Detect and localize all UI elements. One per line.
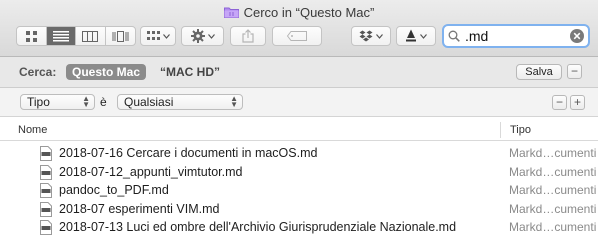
stepper-arrows-icon: ▲ ▼ — [230, 94, 238, 109]
file-list: 2018-07-16 Cercare i documenti in macOS.… — [0, 144, 598, 237]
file-kind: Markd…cumenti — [509, 146, 597, 160]
file-row[interactable]: 2018-07 esperimenti VIM.md Markd…cumenti — [0, 200, 598, 219]
columns-icon — [82, 30, 99, 42]
stepper-arrows-icon: ▲ ▼ — [82, 94, 90, 109]
attribute-select-value: Tipo — [27, 95, 50, 109]
group-grid-icon — [146, 31, 160, 40]
file-row[interactable]: pandoc_to_PDF.md Markd…cumenti — [0, 181, 598, 200]
window-title-bar: Cerco in “Questo Mac” — [0, 3, 598, 21]
toolbar: Cerco in “Questo Mac” .md — [0, 0, 598, 57]
smart-folder-icon — [223, 7, 239, 18]
dropbox-button[interactable] — [351, 26, 391, 46]
search-icon — [448, 30, 460, 42]
file-name: 2018-07-16 Cercare i documenti in macOS.… — [59, 146, 318, 160]
file-kind: Markd…cumenti — [509, 220, 597, 234]
file-name: 2018-07-13 Luci ed ombre dell'Archivio G… — [59, 220, 457, 234]
column-header: Nome Tipo — [0, 120, 598, 141]
search-scope-bar: Cerca: Questo Mac “MAC HD” Salva − — [0, 57, 598, 88]
search-field[interactable]: .md — [442, 24, 590, 48]
search-query[interactable]: .md — [465, 28, 570, 44]
app-launcher-button[interactable] — [396, 26, 436, 46]
share-icon — [242, 29, 254, 43]
save-search-button[interactable]: Salva — [516, 64, 562, 80]
cover-flow-view-button[interactable] — [106, 27, 135, 45]
gear-icon — [190, 29, 205, 43]
dropbox-icon — [359, 30, 373, 42]
markdown-file-icon — [40, 201, 52, 217]
file-row[interactable]: 2018-07-16 Cercare i documenti in macOS.… — [0, 144, 598, 163]
chevron-down-icon — [207, 33, 215, 39]
tags-button[interactable] — [272, 26, 322, 46]
search-scope-label: Cerca: — [19, 65, 57, 79]
search-criteria-row: Tipo ▲ ▼ è Qualsiasi ▲ ▼ − + — [0, 88, 598, 117]
view-mode-segmented-control[interactable] — [16, 26, 136, 46]
markdown-file-icon — [40, 164, 52, 180]
remove-criteria-button[interactable]: − — [552, 95, 567, 110]
criteria-operator: è — [100, 95, 107, 109]
file-row[interactable]: 2018-07-12_appunti_vimtutor.md Markd…cum… — [0, 163, 598, 182]
icon-view-button[interactable] — [17, 27, 47, 45]
column-name-header[interactable]: Nome — [18, 124, 47, 136]
chevron-down-icon — [162, 33, 170, 39]
scope-this-mac-button[interactable]: Questo Mac — [66, 64, 147, 80]
file-name: pandoc_to_PDF.md — [59, 183, 169, 197]
chevron-down-icon — [376, 33, 383, 39]
chevron-down-icon — [420, 33, 427, 39]
text-cursor-icon — [406, 29, 416, 42]
list-view-button[interactable] — [46, 27, 76, 45]
action-menu-button[interactable] — [181, 26, 224, 46]
file-row[interactable]: 2018-07-13 Luci ed ombre dell'Archivio G… — [0, 218, 598, 237]
file-kind: Markd…cumenti — [509, 164, 597, 179]
add-criteria-button[interactable]: + — [570, 95, 585, 110]
cover-flow-icon — [112, 30, 129, 42]
markdown-file-icon — [40, 183, 52, 198]
file-kind: Markd…cumenti — [509, 201, 597, 216]
attribute-select[interactable]: Tipo ▲ ▼ — [20, 94, 95, 110]
remove-scope-button[interactable]: − — [567, 64, 582, 79]
scope-disk-button[interactable]: “MAC HD” — [160, 65, 220, 79]
markdown-file-icon — [40, 220, 52, 235]
window-title: Cerco in “Questo Mac” — [243, 4, 375, 20]
tag-icon — [287, 31, 307, 41]
clear-search-icon[interactable] — [570, 29, 584, 43]
column-kind-header[interactable]: Tipo — [510, 124, 531, 136]
file-name: 2018-07-12_appunti_vimtutor.md — [59, 164, 243, 179]
column-divider[interactable] — [500, 122, 501, 138]
grid-icon — [25, 30, 37, 42]
share-button[interactable] — [230, 26, 266, 46]
file-kind: Markd…cumenti — [509, 183, 597, 197]
group-by-button[interactable] — [140, 26, 176, 46]
markdown-file-icon — [40, 146, 52, 161]
value-select[interactable]: Qualsiasi ▲ ▼ — [117, 94, 243, 110]
file-name: 2018-07 esperimenti VIM.md — [59, 201, 220, 216]
list-icon — [52, 30, 69, 41]
column-view-button[interactable] — [76, 27, 106, 45]
value-select-value: Qualsiasi — [124, 95, 174, 109]
